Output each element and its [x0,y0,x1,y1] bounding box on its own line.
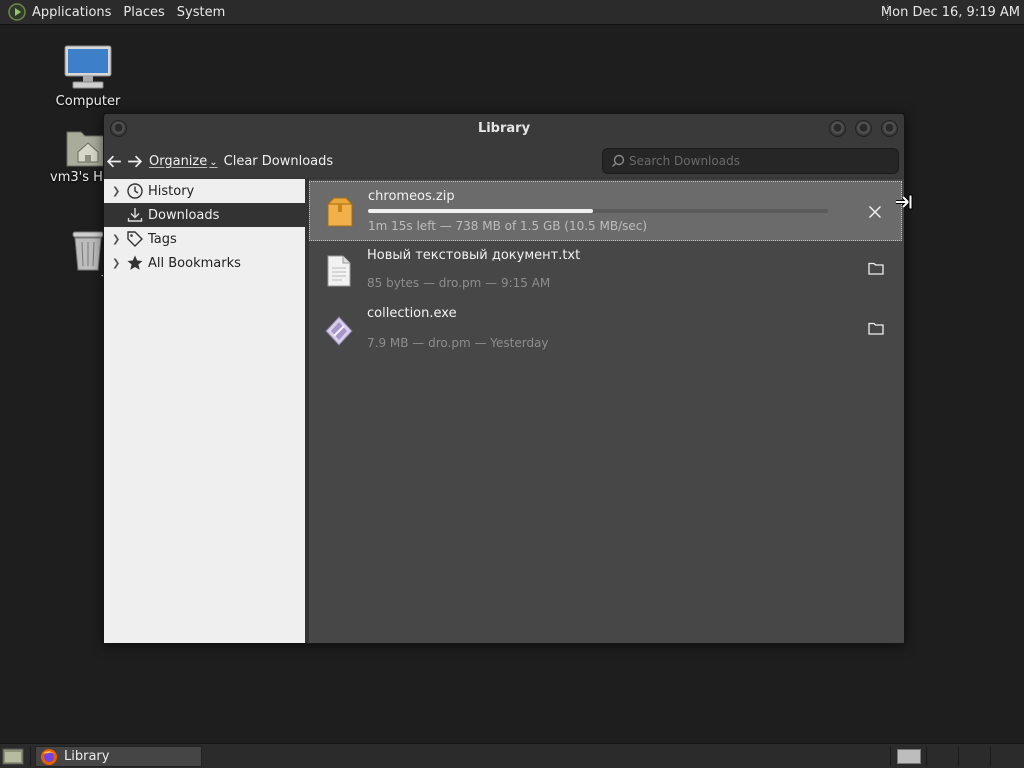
clear-downloads-button[interactable]: Clear Downloads [224,154,334,169]
show-desktop-icon[interactable] [2,747,24,766]
text-file-icon [327,255,351,287]
organize-label: Organize [149,153,208,169]
forward-arrow-icon[interactable] [126,153,143,170]
minimize-button[interactable] [829,120,846,137]
applications-logo-icon [8,3,26,21]
sidebar-item-history[interactable]: ❯ History [104,179,305,203]
bottom-panel: Library [0,743,1024,768]
taskbar-item-library[interactable]: Library [35,746,202,767]
chevron-down-icon: ⌄ [209,156,218,168]
desktop-icon-computer[interactable]: Computer [40,44,136,109]
archive-icon [327,197,353,227]
top-menu: Applications Places System [0,0,231,25]
places-menu[interactable]: Places [117,0,170,25]
sidebar: ❯ History Downloads ❯ Tags ❯ All Bookmar… [104,179,305,643]
window-titlebar[interactable]: Library [104,114,904,144]
download-icon [127,208,143,222]
download-status: 1m 15s left — 738 MB of 1.5 GB (10.5 MB/… [368,219,648,233]
star-icon [127,255,143,270]
back-arrow-icon[interactable] [106,153,123,170]
firefox-icon [41,748,57,765]
download-row-chromeos[interactable]: chromeos.zip 1m 15s left — 738 MB of 1.5… [309,181,902,241]
download-row-text-document[interactable]: Новый текстовый документ.txt 85 bytes — … [309,241,902,301]
search-icon [612,154,625,167]
tag-icon [127,231,143,247]
exe-file-icon [325,316,353,346]
search-box[interactable] [602,148,899,174]
close-icon [868,205,882,219]
applications-menu[interactable]: Applications [26,0,117,25]
expand-chevron-icon[interactable]: ❯ [112,186,126,197]
expand-chevron-icon[interactable]: ❯ [112,258,126,269]
sidebar-item-label: Tags [148,231,177,247]
downloads-list: chromeos.zip 1m 15s left — 738 MB of 1.5… [309,179,904,643]
sidebar-item-tags[interactable]: ❯ Tags [104,227,305,251]
computer-icon [64,45,112,89]
download-status: 7.9 MB — dro.pm — Yesterday [367,336,549,350]
open-folder-button[interactable] [866,258,886,278]
download-name: collection.exe [367,306,457,321]
sidebar-item-label: Downloads [148,207,220,223]
sidebar-item-all-bookmarks[interactable]: ❯ All Bookmarks [104,251,305,275]
download-name: Новый текстовый документ.txt [367,248,581,263]
trash-icon [72,231,104,271]
close-button[interactable] [881,120,898,137]
cancel-download-button[interactable] [865,202,885,222]
sidebar-item-downloads[interactable]: Downloads [104,203,305,227]
download-name: chromeos.zip [368,189,455,204]
expand-chevron-icon[interactable]: ❯ [112,234,126,245]
resize-cursor-icon [896,194,913,210]
folder-icon [868,262,884,275]
workspace-switcher[interactable] [897,749,921,764]
folder-icon [868,322,884,335]
download-progress-bar [368,209,828,213]
download-progress-fill [368,209,594,213]
maximize-button[interactable] [855,120,872,137]
top-panel: Applications Places System Mon Dec 16, 9… [0,0,1024,25]
system-menu[interactable]: System [171,0,231,25]
library-window: Library Organize⌄ Clear Downloads ❯ [103,113,905,644]
toolbar: Organize ⌄ Clear Downloads [104,144,904,178]
clock[interactable]: Mon Dec 16, 9:19 AM [881,0,1020,25]
clock-icon [127,183,143,199]
download-status: 85 bytes — dro.pm — 9:15 AM [367,276,551,290]
download-row-collection-exe[interactable]: collection.exe 7.9 MB — dro.pm — Yesterd… [309,301,902,361]
sidebar-item-label: All Bookmarks [148,255,241,271]
window-title: Library [477,121,531,136]
taskbar-item-label: Library [64,749,110,764]
organize-button[interactable]: Organize ⌄ [149,154,218,169]
desktop-icon-label: Computer [55,94,121,109]
sidebar-item-label: History [148,183,195,199]
open-folder-button[interactable] [866,318,886,338]
search-input[interactable] [629,154,889,168]
